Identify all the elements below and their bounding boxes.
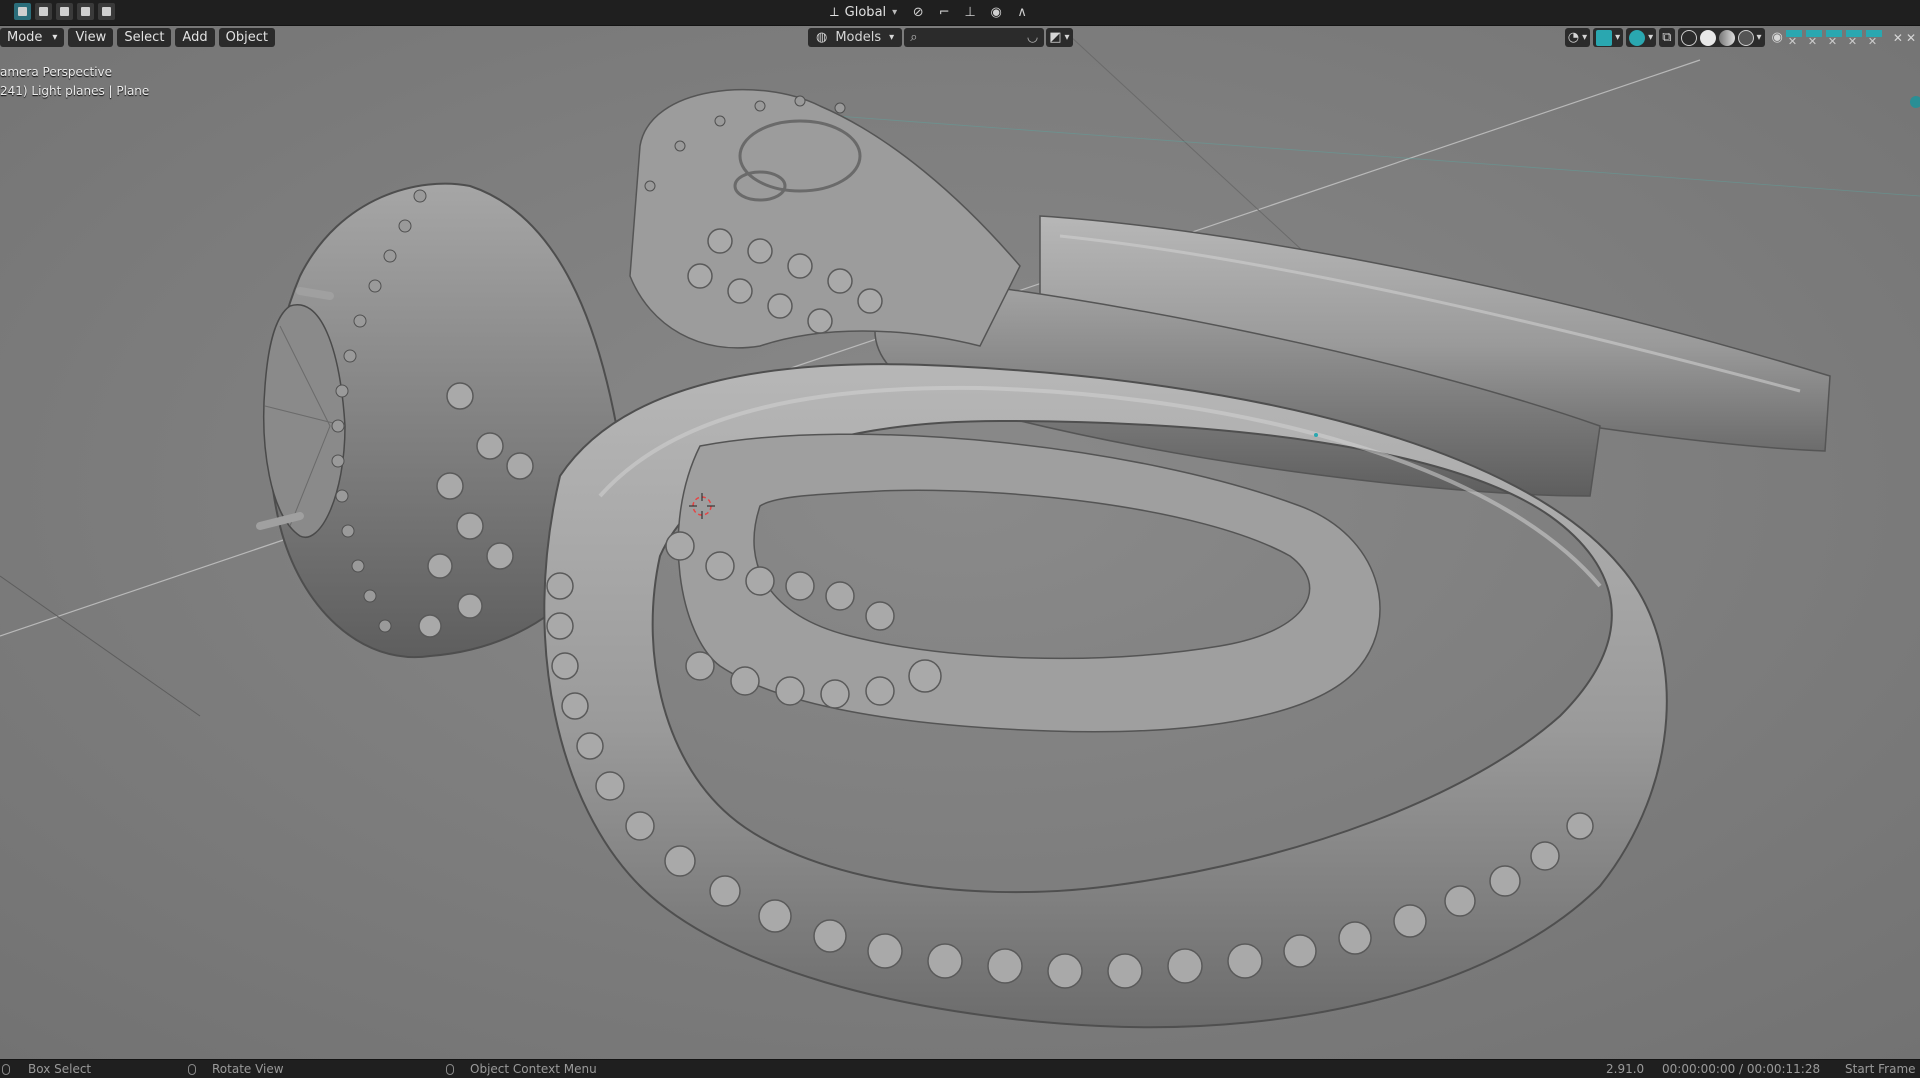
xray-icon: ⧉: [1662, 30, 1672, 45]
wireframe-shading-icon[interactable]: [1680, 29, 1697, 46]
select-menu[interactable]: Select: [117, 28, 172, 47]
active-object-text: 241) Light planes | Plane: [0, 84, 150, 98]
status-right-hint: Object Context Menu: [446, 1062, 597, 1076]
chevron-down-icon: ▾: [52, 32, 58, 43]
visibility-dropdown[interactable]: ◔ ▾: [1564, 28, 1591, 47]
mouse-left-icon: [2, 1063, 10, 1075]
collection-dropdown[interactable]: ◍ Models ▾: [808, 28, 903, 47]
pivot-point-icon[interactable]: ⊘: [907, 3, 929, 22]
transform-orientation-dropdown[interactable]: ⟂ Global ▾: [824, 3, 903, 22]
orientation-axis-icon: ⟂: [830, 5, 839, 20]
search-field[interactable]: ⌕ ◡: [904, 28, 1045, 47]
eye-icon[interactable]: ◉: [1772, 30, 1783, 45]
collection-toggle-icon[interactable]: ✕: [1805, 29, 1822, 47]
solid-shading-icon[interactable]: [1699, 29, 1716, 46]
snap-target-icon[interactable]: ⊥: [959, 3, 981, 22]
collection-toggle-icon[interactable]: ✕: [1825, 29, 1842, 47]
filter-icon: ◩: [1049, 30, 1062, 45]
chevron-down-icon: ▾: [892, 7, 898, 18]
chevron-down-icon: ▾: [889, 32, 895, 43]
overlays-dropdown[interactable]: ▾: [1626, 28, 1657, 47]
object-menu[interactable]: Object: [218, 28, 275, 47]
difference-select-mode-icon[interactable]: [77, 3, 94, 20]
viewport-header-right: ◔ ▾ ▾ ▾ ⧉ ▾ ◉ ✕ ✕ ✕ ✕ ✕ ✕ ✕: [1564, 28, 1920, 47]
orientation-label: Global: [844, 5, 887, 20]
selection-mode-group: [14, 3, 115, 20]
timecode-text: 00:00:00:00 / 00:00:11:28: [1662, 1062, 1821, 1076]
globe-icon: ◍: [816, 30, 828, 45]
view-menu[interactable]: View: [68, 28, 114, 47]
close-icon[interactable]: ✕: [1906, 31, 1916, 45]
chevron-down-icon: ▾: [1064, 32, 1070, 43]
version-text: 2.91.0: [1606, 1062, 1645, 1076]
view-name-text: amera Perspective: [0, 65, 113, 79]
overlays-icon: [1629, 29, 1646, 46]
mode-dropdown[interactable]: Mode ▾: [0, 28, 65, 47]
search-icon: ⌕: [910, 30, 918, 45]
status-left-label: Box Select: [28, 1062, 92, 1076]
collection-toggle-icon[interactable]: ✕: [1785, 29, 1802, 47]
viewport-scene: [0, 26, 1920, 1059]
shading-modes: ▾: [1677, 28, 1765, 47]
collection-toggle-icon[interactable]: ✕: [1865, 29, 1882, 47]
viewport-header-center: ◍ Models ▾ ⌕ ◡ ◩ ▾: [808, 28, 1073, 47]
add-menu[interactable]: Add: [175, 28, 215, 47]
status-left-hint: Box Select: [2, 1062, 91, 1076]
gizmo-dropdown[interactable]: ▾: [1593, 28, 1624, 47]
gizmo-arrow-icon: [1596, 29, 1613, 46]
chevron-down-icon: ▾: [1615, 32, 1621, 43]
origin-dot: [1314, 433, 1318, 437]
chevron-down-icon: ▾: [1582, 32, 1588, 43]
viewport-header-left: Mode ▾ View Select Add Object: [0, 28, 275, 47]
status-right-label: Object Context Menu: [470, 1062, 597, 1076]
falloff-icon[interactable]: ∧: [1011, 3, 1033, 22]
close-icon[interactable]: ✕: [1893, 31, 1903, 45]
top-toolbar: ⟂ Global ▾ ⊘ ⌐ ⊥ ◉ ∧: [0, 0, 1920, 26]
filter-dropdown[interactable]: ◩ ▾: [1046, 28, 1073, 47]
box-select-mode-icon[interactable]: [14, 3, 31, 20]
proportional-edit-icon[interactable]: ◉: [985, 3, 1007, 22]
extend-select-mode-icon[interactable]: [35, 3, 52, 20]
status-middle-label: Rotate View: [212, 1062, 284, 1076]
rendered-shading-icon[interactable]: [1737, 29, 1754, 46]
eye-visibility-icon: ◔: [1567, 30, 1580, 45]
search-curve-icon: ◡: [1026, 30, 1039, 45]
collection-label: Models: [835, 30, 882, 45]
chevron-down-icon[interactable]: ▾: [1757, 32, 1762, 43]
xray-toggle[interactable]: ⧉: [1659, 28, 1675, 47]
start-frame-text: Start Frame: [1845, 1062, 1916, 1076]
transform-header: ⟂ Global ▾ ⊘ ⌐ ⊥ ◉ ∧: [824, 3, 1033, 22]
collection-toggle-icon[interactable]: ✕: [1845, 29, 1862, 47]
mode-label: Mode: [7, 30, 43, 45]
mouse-right-icon: [446, 1063, 454, 1075]
material-shading-icon[interactable]: [1718, 29, 1735, 46]
mouse-middle-icon: [188, 1063, 196, 1075]
chevron-down-icon: ▾: [1648, 32, 1654, 43]
collection-toggles: ✕ ✕ ✕ ✕ ✕: [1785, 29, 1882, 47]
snap-icon[interactable]: ⌐: [933, 3, 955, 22]
intersect-select-mode-icon[interactable]: [98, 3, 115, 20]
status-bar: Box Select Rotate View Object Context Me…: [0, 1059, 1920, 1078]
viewport-info-overlay: amera Perspective 241) Light planes | Pl…: [0, 63, 149, 101]
3d-viewport[interactable]: Mode ▾ View Select Add Object ◍ Models ▾…: [0, 26, 1920, 1059]
status-middle-hint: Rotate View: [188, 1062, 284, 1076]
subtract-select-mode-icon[interactable]: [56, 3, 73, 20]
